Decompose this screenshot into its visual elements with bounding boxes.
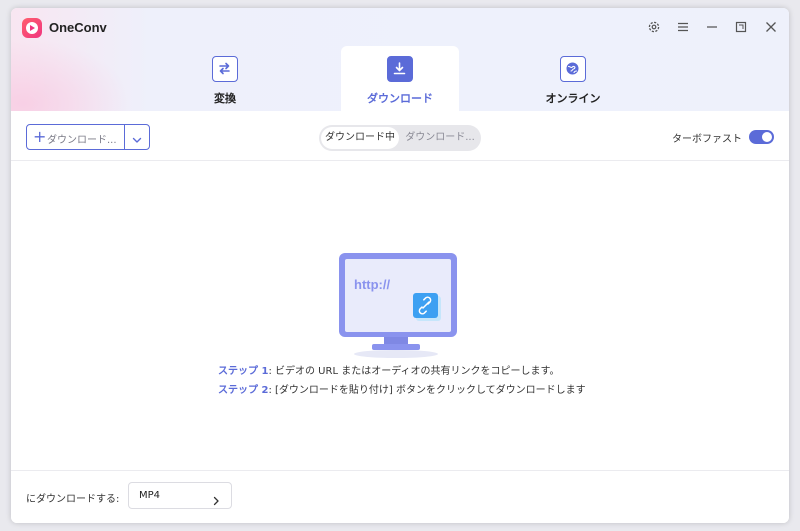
tab-convert-label: 変換 bbox=[214, 92, 236, 105]
button-divider bbox=[124, 125, 125, 149]
add-download-label: ダウンロード... bbox=[47, 135, 117, 146]
turbo-fast-toggle[interactable] bbox=[749, 130, 774, 144]
output-format-select[interactable]: MP4 bbox=[128, 482, 232, 509]
step-2-text: : [ダウンロードを貼り付け] ボタンをクリックしてダウンロードします bbox=[268, 385, 586, 396]
tab-online-label: オンライン bbox=[545, 92, 601, 105]
app-title: OneConv bbox=[49, 20, 107, 35]
step-1-text: : ビデオの URL またはオーディオの共有リンクをコピーします。 bbox=[268, 366, 560, 377]
instructions: ステップ 1: ビデオの URL またはオーディオの共有リンクをコピーします。 … bbox=[218, 362, 668, 400]
step-2-key: ステップ 2 bbox=[218, 385, 269, 396]
segment-downloaded[interactable]: ダウンロード... bbox=[401, 127, 479, 149]
download-toolbar: + ダウンロード... ダウンロード中 ダウンロード... ターボファスト bbox=[11, 111, 789, 161]
app-window: OneConv 変換 ダウンロード オンライン + ダウンロード... ダウンロ… bbox=[11, 8, 789, 523]
minimize-icon[interactable] bbox=[705, 20, 719, 34]
download-to-label: にダウンロードする: bbox=[26, 494, 120, 505]
add-download-button[interactable]: + ダウンロード... bbox=[26, 124, 150, 150]
turbo-fast-label: ターボファスト bbox=[672, 134, 742, 145]
segment-downloading[interactable]: ダウンロード中 bbox=[321, 127, 399, 149]
monitor-illustration-icon bbox=[339, 253, 457, 358]
footer-bar: にダウンロードする: MP4 bbox=[11, 470, 789, 523]
download-icon bbox=[387, 56, 413, 82]
maximize-icon[interactable] bbox=[734, 20, 748, 34]
step-1-key: ステップ 1 bbox=[218, 366, 269, 377]
chevron-down-icon[interactable] bbox=[131, 131, 143, 143]
globe-icon bbox=[560, 56, 586, 82]
step-2: ステップ 2: [ダウンロードを貼り付け] ボタンをクリックしてダウンロードしま… bbox=[218, 381, 668, 400]
close-icon[interactable] bbox=[764, 20, 778, 34]
tab-download[interactable]: ダウンロード bbox=[341, 46, 459, 111]
menu-icon[interactable] bbox=[676, 20, 690, 34]
tab-download-label: ダウンロード bbox=[367, 92, 433, 105]
url-placeholder-text: http:// bbox=[354, 277, 391, 292]
tab-online[interactable]: オンライン bbox=[514, 46, 632, 111]
oneconv-logo-icon bbox=[22, 18, 42, 38]
format-value: MP4 bbox=[139, 490, 161, 501]
title-bar: OneConv 変換 ダウンロード オンライン bbox=[11, 8, 789, 111]
download-empty-state: http:// ステップ 1: ビデオの URL またはオーディオの共有リンクを… bbox=[11, 162, 789, 470]
chevron-right-icon bbox=[211, 491, 221, 506]
swap-arrows-icon bbox=[212, 56, 238, 82]
tab-convert[interactable]: 変換 bbox=[166, 46, 284, 111]
plus-icon: + bbox=[33, 127, 47, 146]
settings-gear-icon[interactable] bbox=[647, 20, 661, 34]
step-1: ステップ 1: ビデオの URL またはオーディオの共有リンクをコピーします。 bbox=[218, 362, 668, 381]
download-status-segmented-control: ダウンロード中 ダウンロード... bbox=[319, 125, 481, 151]
